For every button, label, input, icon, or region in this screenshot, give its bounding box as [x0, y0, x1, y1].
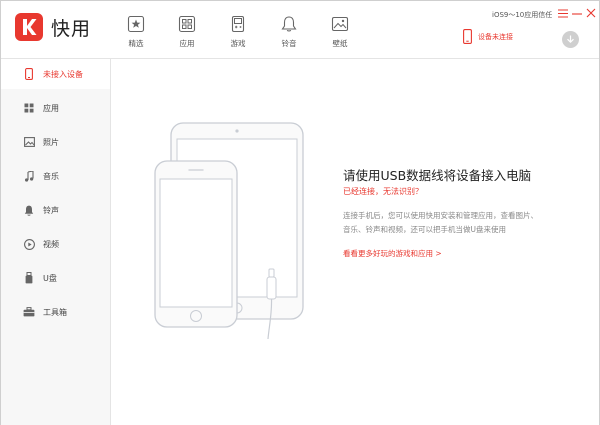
app-logo: 快用	[15, 13, 91, 41]
phone-icon	[463, 29, 472, 44]
app-window: 快用 精选 应用 游戏 铃音 壁纸 iOS9～10应用信任 设备未连接 未接入设…	[0, 0, 600, 425]
devices-illustration	[154, 122, 304, 339]
trust-link[interactable]: iOS9～10应用信任	[492, 10, 552, 20]
nav-item-wallpapers[interactable]: 壁纸	[315, 1, 365, 59]
usb-drive-icon	[23, 272, 35, 284]
connected-not-recognized-link[interactable]: 已经连接，无法识别？	[343, 186, 423, 197]
nav-item-games[interactable]: 游戏	[213, 1, 263, 59]
star-box-icon	[127, 15, 145, 33]
device-status-label: 设备未连接	[478, 32, 513, 41]
nav-label: 应用	[179, 39, 195, 48]
connect-description: 连接手机后，您可以使用快用安装和管理应用，查看图片、 音乐、铃声和视频，还可以把…	[343, 209, 581, 237]
menu-icon	[558, 8, 568, 18]
app-name: 快用	[51, 17, 92, 40]
picture-icon	[331, 16, 349, 32]
logo-k-icon	[15, 13, 43, 41]
sidebar-item-photos[interactable]: 照片	[1, 127, 110, 157]
nav-item-ringtones[interactable]: 铃音	[264, 1, 314, 59]
sidebar-item-toolbox[interactable]: 工具箱	[1, 297, 110, 327]
sidebar-item-label: 未接入设备	[43, 69, 83, 79]
download-button[interactable]	[562, 31, 579, 48]
nav-label: 铃音	[281, 39, 297, 48]
description-line: 音乐、铃声和视频，还可以把手机当做U盘来使用	[343, 225, 506, 234]
gameboy-icon	[231, 15, 245, 33]
sidebar-item-no-device[interactable]: 未接入设备	[1, 59, 110, 89]
phone-icon	[23, 68, 35, 80]
sidebar-item-apps[interactable]: 应用	[1, 93, 110, 123]
main-panel: 请使用USB数据线将设备接入电脑 已经连接，无法识别？ 连接手机后，您可以使用快…	[111, 59, 599, 425]
nav-label: 游戏	[230, 39, 246, 48]
sidebar-item-usb-drive[interactable]: U盘	[1, 263, 110, 293]
nav-item-featured[interactable]: 精选	[111, 1, 161, 59]
nav-item-apps[interactable]: 应用	[162, 1, 212, 59]
bell-icon	[23, 204, 35, 216]
bell-icon	[281, 16, 297, 32]
connect-heading: 请使用USB数据线将设备接入电脑	[343, 168, 532, 183]
minimize-icon	[572, 12, 582, 15]
sidebar-item-music[interactable]: 音乐	[1, 161, 110, 191]
top-bar: 快用 精选 应用 游戏 铃音 壁纸 iOS9～10应用信任 设备未连接	[1, 1, 599, 59]
apps-grid-icon	[178, 15, 196, 33]
more-games-apps-link[interactable]: 看看更多好玩的游戏和应用 >	[343, 248, 442, 259]
sidebar-item-label: U盘	[43, 273, 57, 283]
sidebar-item-label: 音乐	[43, 171, 59, 181]
sidebar-item-videos[interactable]: 视频	[1, 229, 110, 259]
close-button[interactable]	[585, 7, 597, 19]
sidebar-item-label: 视频	[43, 239, 59, 249]
description-line: 连接手机后，您可以使用快用安装和管理应用，查看图片、	[343, 211, 538, 220]
sidebar-item-label: 工具箱	[43, 307, 67, 317]
music-note-icon	[23, 170, 35, 182]
sidebar-item-label: 照片	[43, 137, 59, 147]
minimize-button[interactable]	[571, 7, 583, 19]
main-nav: 精选 应用 游戏 铃音 壁纸	[111, 1, 366, 59]
sidebar: 未接入设备 应用 照片 音乐 铃声 视频 U盘 工具箱	[1, 59, 111, 425]
toolbox-icon	[23, 306, 35, 318]
sidebar-item-ringtones[interactable]: 铃声	[1, 195, 110, 225]
photo-icon	[23, 136, 35, 148]
nav-label: 精选	[128, 39, 144, 48]
apps-grid-icon	[23, 102, 35, 114]
menu-button[interactable]	[557, 7, 569, 19]
close-icon	[586, 8, 596, 18]
play-circle-icon	[23, 238, 35, 250]
sidebar-item-label: 应用	[43, 103, 59, 113]
device-status[interactable]: 设备未连接	[463, 29, 513, 44]
download-arrow-icon	[567, 35, 574, 44]
nav-label: 壁纸	[332, 39, 348, 48]
sidebar-item-label: 铃声	[43, 205, 59, 215]
